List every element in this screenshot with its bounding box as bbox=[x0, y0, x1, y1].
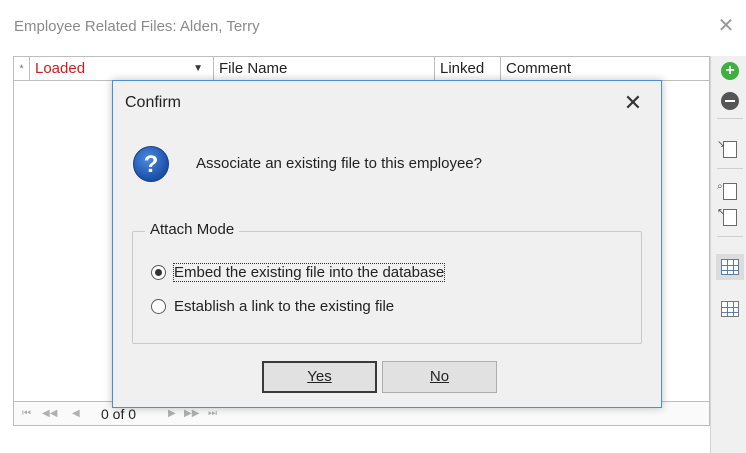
column-header-linked[interactable]: Linked bbox=[436, 57, 501, 81]
minus-glyph bbox=[721, 92, 739, 110]
grid-export-glyph bbox=[721, 301, 739, 317]
grid-columns-icon[interactable] bbox=[716, 254, 744, 280]
dialog-close-icon[interactable]: ✕ bbox=[621, 89, 645, 117]
no-button-label: No bbox=[429, 368, 450, 385]
add-icon[interactable]: + bbox=[719, 60, 741, 82]
grid-glyph bbox=[721, 259, 739, 275]
find-file-icon[interactable]: ⌕ bbox=[717, 180, 741, 202]
attach-file-icon[interactable]: ↘ bbox=[717, 138, 741, 160]
toolbar-separator bbox=[717, 118, 743, 119]
new-row-indicator: * bbox=[14, 57, 30, 81]
yes-button-label: Yes bbox=[307, 368, 332, 385]
window-title: Employee Related Files: Alden, Terry bbox=[14, 18, 260, 35]
remove-icon[interactable] bbox=[719, 90, 741, 112]
export-grid-icon[interactable] bbox=[719, 298, 741, 320]
embed-file-option[interactable]: Embed the existing file into the databas… bbox=[151, 261, 446, 283]
prev-record-icon[interactable]: ◀ bbox=[72, 402, 80, 426]
embed-radio-label[interactable]: Embed the existing file into the databas… bbox=[172, 262, 446, 282]
open-file-icon[interactable]: ↖ bbox=[717, 206, 741, 228]
document-glyph: ↘ bbox=[717, 139, 737, 158]
dialog-message: Associate an existing file to this emplo… bbox=[196, 155, 482, 172]
confirm-dialog: Confirm ✕ ? Associate an existing file t… bbox=[112, 80, 662, 408]
document-open-glyph: ↖ bbox=[717, 207, 737, 226]
window-close-icon[interactable]: ✕ bbox=[716, 16, 736, 36]
prev-page-icon[interactable]: ◀◀ bbox=[42, 402, 57, 426]
question-icon: ? bbox=[133, 146, 169, 182]
attach-mode-label: Attach Mode bbox=[145, 221, 240, 238]
plus-glyph: + bbox=[721, 62, 739, 80]
toolbar-separator bbox=[717, 168, 743, 169]
filter-dropdown-icon[interactable]: ▼ bbox=[193, 57, 203, 81]
link-radio-label[interactable]: Establish a link to the existing file bbox=[174, 298, 394, 315]
no-button[interactable]: No bbox=[382, 361, 497, 393]
first-record-icon[interactable]: ⏮ bbox=[22, 402, 31, 426]
embed-radio[interactable] bbox=[151, 264, 166, 280]
document-search-glyph: ⌕ bbox=[717, 181, 737, 200]
column-header-comment[interactable]: Comment bbox=[502, 57, 710, 81]
column-header-loaded[interactable]: Loaded ▼ bbox=[31, 57, 214, 81]
grid-header: * Loaded ▼ File Name Linked Comment bbox=[14, 57, 709, 81]
window-title-bar: Employee Related Files: Alden, Terry ✕ bbox=[0, 0, 746, 50]
column-header-loaded-label: Loaded bbox=[35, 60, 86, 77]
link-file-option[interactable]: Establish a link to the existing file bbox=[151, 295, 394, 317]
dialog-title: Confirm bbox=[125, 94, 182, 111]
column-header-file-name[interactable]: File Name bbox=[215, 57, 435, 81]
yes-button[interactable]: Yes bbox=[262, 361, 377, 393]
link-radio[interactable] bbox=[151, 298, 166, 314]
toolbar-separator bbox=[717, 236, 743, 237]
attach-mode-group: Attach Mode Embed the existing file into… bbox=[132, 221, 642, 344]
right-toolbar: + ↘ ⌕ ↖ bbox=[710, 56, 746, 453]
